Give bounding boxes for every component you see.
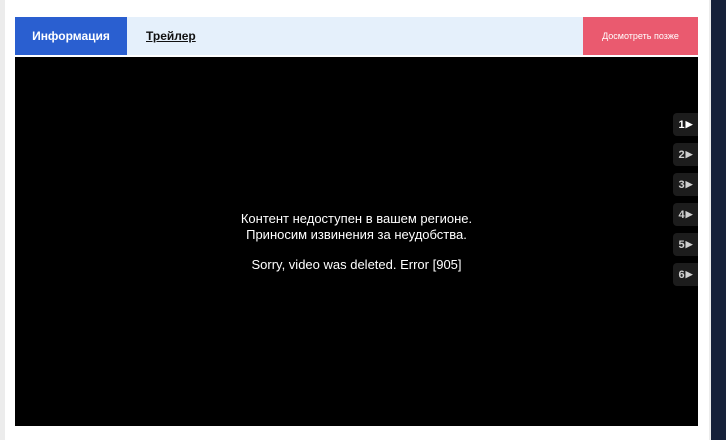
tab-trailer-label: Трейлер: [146, 29, 196, 43]
play-triangle-icon: ▶: [685, 149, 693, 159]
episode-button-1[interactable]: 1 ▶: [673, 113, 698, 136]
video-player[interactable]: Контент недоступен в вашем регионе. Прин…: [15, 57, 698, 426]
play-triangle-icon: ▶: [685, 179, 693, 189]
player-tab-bar: Информация Трейлер Досмотреть позже: [15, 17, 698, 55]
episode-number: 4: [678, 208, 685, 221]
watch-later-button[interactable]: Досмотреть позже: [583, 17, 698, 55]
watch-later-label: Досмотреть позже: [602, 31, 679, 41]
episode-number: 5: [678, 238, 685, 251]
player-error-message: Контент недоступен в вашем регионе. Прин…: [15, 211, 698, 273]
region-message-line-2: Приносим извинения за неудобства.: [246, 227, 467, 242]
episode-list: 1 ▶ 2 ▶ 3 ▶ 4 ▶ 5 ▶ 6 ▶: [673, 113, 698, 293]
region-message-line-1: Контент недоступен в вашем регионе.: [240, 211, 473, 226]
play-triangle-icon: ▶: [685, 209, 693, 219]
tab-trailer[interactable]: Трейлер: [146, 17, 196, 55]
episode-button-5[interactable]: 5 ▶: [673, 233, 698, 256]
episode-number: 6: [678, 268, 685, 281]
episode-button-6[interactable]: 6 ▶: [673, 263, 698, 286]
episode-number: 3: [678, 178, 685, 191]
error-text: Sorry, video was deleted. Error [905]: [251, 257, 462, 272]
play-triangle-icon: ▶: [685, 119, 693, 129]
play-triangle-icon: ▶: [685, 269, 693, 279]
episode-number: 2: [678, 148, 685, 161]
tab-info-label: Информация: [32, 29, 110, 43]
episode-number: 1: [678, 118, 685, 131]
page-edge-strip: [711, 0, 726, 440]
play-triangle-icon: ▶: [685, 239, 693, 249]
episode-button-3[interactable]: 3 ▶: [673, 173, 698, 196]
episode-button-2[interactable]: 2 ▶: [673, 143, 698, 166]
episode-button-4[interactable]: 4 ▶: [673, 203, 698, 226]
tab-info[interactable]: Информация: [15, 17, 127, 55]
content-card: Информация Трейлер Досмотреть позже Конт…: [5, 0, 709, 440]
